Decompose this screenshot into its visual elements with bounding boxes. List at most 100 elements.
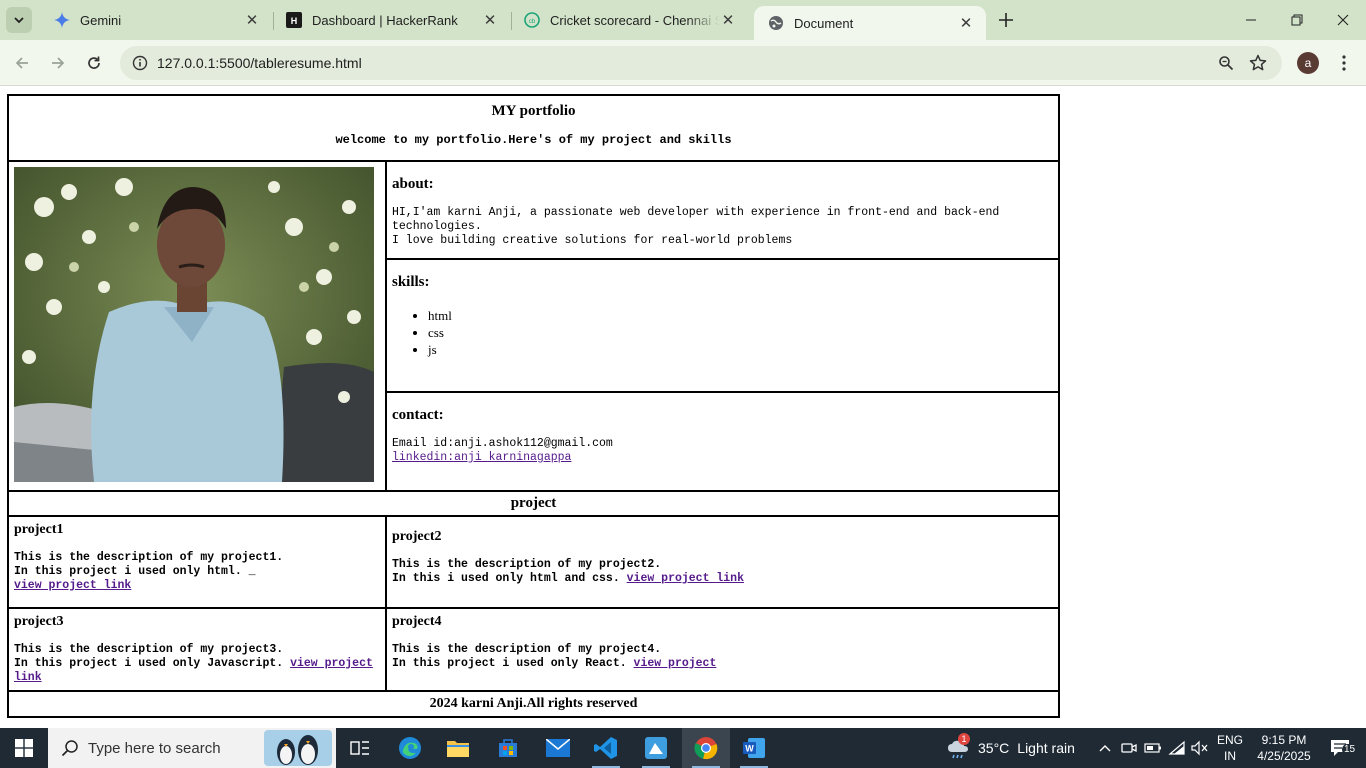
wifi-icon[interactable] <box>1167 738 1187 758</box>
tab-strip: Gemini ✕ H Dashboard | HackerRank ✕ cb C… <box>0 0 1366 40</box>
project-cell-1: project1 This is the description of my p… <box>8 516 386 608</box>
page-subtitle: welcome to my portfolio.Here's of my pro… <box>335 133 732 147</box>
linkedin-link[interactable]: linkedin:anji karninagappa <box>392 451 571 464</box>
chrome-icon[interactable] <box>682 728 730 768</box>
forward-button[interactable] <box>46 51 70 75</box>
search-icon <box>60 738 80 758</box>
portfolio-table: MY portfolio welcome to my portfolio.Her… <box>7 94 1060 718</box>
view-project-link[interactable]: view project <box>634 657 717 670</box>
view-project-link[interactable]: view project link <box>627 572 744 585</box>
header-cell: MY portfolio welcome to my portfolio.Her… <box>8 95 1059 161</box>
tab-title: Document <box>794 15 854 31</box>
close-icon[interactable]: ✕ <box>720 12 736 29</box>
project-line-text: In this project i used only Javascript. <box>14 657 284 670</box>
page-title: MY portfolio <box>491 103 576 119</box>
project-line: In this i used only html and css. view p… <box>392 572 1053 586</box>
gemini-sparkle-icon <box>54 12 70 28</box>
new-tab-button[interactable] <box>994 8 1018 32</box>
project-title: project3 <box>14 614 64 629</box>
edge-icon[interactable] <box>386 728 434 768</box>
contact-text: Email id:anji.ashok112@gmail.com linkedi… <box>392 437 1053 465</box>
page-viewport: MY portfolio welcome to my portfolio.Her… <box>0 86 1366 728</box>
contact-cell: contact: Email id:anji.ashok112@gmail.co… <box>386 392 1059 491</box>
search-highlight-penguins-icon <box>264 730 332 766</box>
taskbar-search[interactable]: Type here to search <box>48 728 336 768</box>
project-line: In this project i used only Javascript. … <box>14 657 380 685</box>
weather-rain-icon: 1 <box>946 733 970 760</box>
svg-text:W: W <box>745 744 754 754</box>
toolbar: 127.0.0.1:5500/tableresume.html a <box>0 40 1366 86</box>
battery-icon[interactable] <box>1143 738 1163 758</box>
mail-icon[interactable] <box>534 728 582 768</box>
project-description: This is the description of my project2. … <box>392 558 1053 586</box>
minimize-icon <box>1246 19 1256 21</box>
search-placeholder: Type here to search <box>88 739 221 757</box>
project-description: This is the description of my project3. … <box>14 643 380 685</box>
clock-date: 4/25/2025 <box>1257 749 1311 763</box>
skill-item: html <box>428 307 1053 324</box>
bookmark-star-icon[interactable] <box>1246 51 1270 75</box>
project-cell-2: project2 This is the description of my p… <box>386 516 1059 608</box>
about-heading: about: <box>392 176 434 192</box>
skills-cell: skills: html css js <box>386 259 1059 392</box>
minimize-button[interactable] <box>1228 0 1274 40</box>
view-project-link[interactable]: view project link <box>14 579 131 592</box>
project-heading: project <box>8 491 1059 516</box>
chevron-up-icon[interactable] <box>1095 738 1115 758</box>
tab-gemini[interactable]: Gemini ✕ <box>40 0 272 40</box>
taskbar: Type here to search W 1 35°C Light rain … <box>0 728 1366 768</box>
project-line: This is the description of my project2. <box>392 558 662 571</box>
project-cell-4: project4 This is the description of my p… <box>386 608 1059 691</box>
tab-hackerrank[interactable]: H Dashboard | HackerRank ✕ <box>272 0 510 40</box>
zoom-icon[interactable] <box>1214 51 1238 75</box>
vscode-icon[interactable] <box>582 728 630 768</box>
paint-icon[interactable] <box>632 728 680 768</box>
arrow-right-icon <box>52 57 65 69</box>
more-menu-button[interactable] <box>1332 51 1356 75</box>
windows-logo-icon <box>15 739 33 757</box>
photo-cell <box>8 161 386 491</box>
address-bar[interactable]: 127.0.0.1:5500/tableresume.html <box>120 46 1282 80</box>
back-button[interactable] <box>10 51 34 75</box>
weather-widget[interactable]: 1 35°C Light rain <box>946 728 1075 768</box>
tab-search-button[interactable] <box>6 7 32 33</box>
skill-item: css <box>428 324 1053 341</box>
plus-icon <box>999 13 1013 27</box>
region-code: IN <box>1224 749 1236 763</box>
tab-document[interactable]: Document ✕ <box>754 6 986 40</box>
speaker-muted-icon[interactable] <box>1190 738 1210 758</box>
close-window-button[interactable] <box>1320 0 1366 40</box>
start-button[interactable] <box>0 728 48 768</box>
weather-alert-badge: 1 <box>958 733 970 745</box>
microsoft-store-icon[interactable] <box>484 728 532 768</box>
arrow-left-icon <box>15 57 28 69</box>
close-icon[interactable]: ✕ <box>244 12 260 29</box>
project-description: This is the description of my project1. … <box>14 551 380 593</box>
restore-icon <box>1291 14 1303 26</box>
word-icon[interactable]: W <box>730 728 778 768</box>
restore-button[interactable] <box>1274 0 1320 40</box>
notification-center-button[interactable]: 15 <box>1322 736 1358 760</box>
file-explorer-icon[interactable] <box>434 728 482 768</box>
skill-item: js <box>428 341 1053 358</box>
skills-heading: skills: <box>392 274 430 290</box>
close-icon[interactable]: ✕ <box>958 15 974 32</box>
project-line: In this project i used only React. view … <box>392 657 1053 671</box>
meet-now-icon[interactable] <box>1119 738 1139 758</box>
profile-avatar[interactable]: a <box>1297 52 1319 74</box>
project-line-text: In this i used only html and css. <box>392 572 620 585</box>
kebab-menu-icon <box>1342 55 1346 71</box>
site-info-icon[interactable] <box>128 51 152 75</box>
close-icon[interactable]: ✕ <box>482 12 498 29</box>
tab-title: Gemini <box>80 12 122 28</box>
input-language[interactable]: ENG IN <box>1216 732 1244 764</box>
project-line: This is the description of my project4. <box>392 643 662 656</box>
tab-cricket-scorecard[interactable]: cb Cricket scorecard - Chennai Super Kin… <box>510 0 748 40</box>
reload-button[interactable] <box>82 51 106 75</box>
clock-time: 9:15 PM <box>1261 733 1307 747</box>
task-view-icon[interactable] <box>336 728 384 768</box>
url-text: 127.0.0.1:5500/tableresume.html <box>157 55 362 71</box>
project-title: project2 <box>392 529 442 544</box>
clock[interactable]: 9:15 PM 4/25/2025 <box>1252 732 1316 764</box>
about-line: I love building creative solutions for r… <box>392 234 793 247</box>
